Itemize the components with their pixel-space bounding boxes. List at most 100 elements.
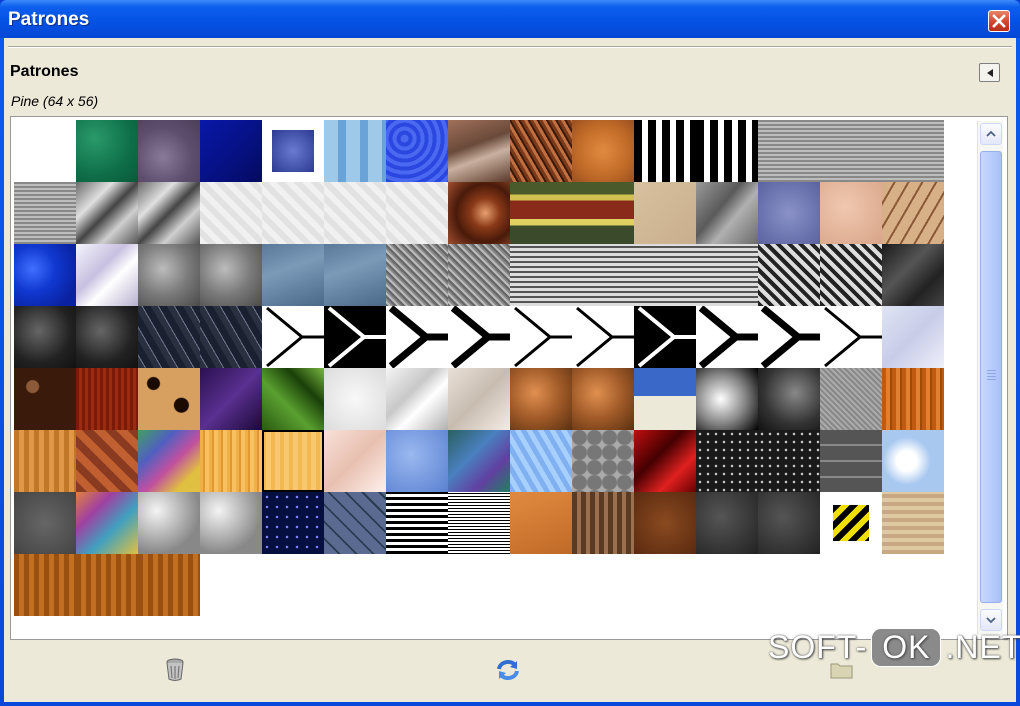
pattern-swatch-white-crinkle[interactable] [76, 244, 138, 306]
pattern-swatch-green-leaves[interactable] [262, 368, 324, 430]
pattern-swatch-black-starry[interactable] [758, 430, 820, 492]
pattern-swatch-green-felt[interactable] [76, 120, 138, 182]
pattern-swatch-blue-water-light[interactable] [386, 430, 448, 492]
pattern-swatch-wood-walnut[interactable] [14, 554, 76, 616]
pattern-swatch-wood-walnut[interactable] [76, 554, 138, 616]
pattern-swatch-gray-blur[interactable] [696, 368, 758, 430]
pattern-swatch-arrow-thin[interactable] [572, 306, 634, 368]
pattern-swatch-sky-clouds[interactable] [882, 430, 944, 492]
pattern-swatch-arrow-black[interactable] [324, 306, 386, 368]
pattern-swatch-dark-fog[interactable] [758, 368, 820, 430]
title-bar[interactable]: Patrones [0, 0, 1020, 38]
pattern-swatch-gray-gravel[interactable] [138, 244, 200, 306]
pattern-swatch-knit-gray[interactable] [696, 244, 758, 306]
pattern-swatch-dark-granite[interactable] [696, 492, 758, 554]
pattern-swatch-wood-orange[interactable] [882, 368, 944, 430]
pattern-swatch-gray-crinkle[interactable] [138, 182, 200, 244]
pattern-swatch-orange-rust[interactable] [572, 120, 634, 182]
vertical-scrollbar[interactable] [977, 121, 1003, 635]
pattern-swatch-dark-stone[interactable] [14, 306, 76, 368]
pattern-swatch-orange-pebbles[interactable] [572, 368, 634, 430]
pattern-swatch-houndstooth[interactable] [758, 244, 820, 306]
pattern-swatch-houndstooth[interactable] [820, 244, 882, 306]
pattern-swatch-beige-wood[interactable] [882, 492, 944, 554]
pattern-swatch-peach[interactable] [820, 182, 882, 244]
pattern-swatch-black-white-blot[interactable] [696, 120, 758, 182]
pattern-swatch-colorful-blocks[interactable] [76, 492, 138, 554]
pattern-swatch-arrow-black[interactable] [634, 306, 696, 368]
pattern-swatch-orange-crack[interactable] [510, 492, 572, 554]
pattern-swatch-blue-square[interactable] [262, 120, 324, 182]
pattern-swatch-brown-rust[interactable] [634, 492, 696, 554]
pattern-swatch-blue-gradient[interactable] [200, 120, 262, 182]
pattern-swatch-dark-marble[interactable] [882, 244, 944, 306]
scroll-thumb[interactable] [980, 151, 1002, 603]
pattern-swatch-beige-marble[interactable] [448, 368, 510, 430]
pattern-swatch-white-pattern[interactable] [200, 182, 262, 244]
pattern-swatch-beige-sand[interactable] [634, 182, 696, 244]
pattern-swatch-night-sky[interactable] [262, 492, 324, 554]
pattern-swatch-stone-wall[interactable] [820, 430, 882, 492]
pattern-swatch-yellow-ribbon[interactable] [510, 182, 572, 244]
pattern-swatch-red-abstract[interactable] [634, 430, 696, 492]
pattern-swatch-arrow-thick[interactable] [758, 306, 820, 368]
pattern-swatch-brown-swirl[interactable] [448, 182, 510, 244]
pattern-swatch-slate-blue[interactable] [324, 244, 386, 306]
pattern-swatch-orange-pebbles[interactable] [510, 368, 572, 430]
pattern-swatch-knit-gray[interactable] [572, 244, 634, 306]
pattern-swatch-gray-circles[interactable] [572, 430, 634, 492]
pattern-swatch-blue-water[interactable] [14, 244, 76, 306]
pattern-swatch-dark-stone[interactable] [76, 306, 138, 368]
pattern-swatch-blue-stones[interactable] [324, 492, 386, 554]
pattern-swatch-white-paper[interactable] [324, 368, 386, 430]
pattern-swatch-red-wood[interactable] [76, 368, 138, 430]
pattern-swatch-leopard[interactable] [138, 368, 200, 430]
pattern-swatch-arrow-thick[interactable] [696, 306, 758, 368]
pattern-swatch-brown-straw[interactable] [510, 120, 572, 182]
pattern-swatch-parquet[interactable] [76, 430, 138, 492]
pattern-swatch-burlap[interactable] [820, 120, 882, 182]
pattern-swatch-purple-lightning[interactable] [200, 368, 262, 430]
pattern-swatch-yellow-ribbon[interactable] [572, 182, 634, 244]
pattern-swatch-arrow-thick[interactable] [448, 306, 510, 368]
pattern-swatch-black-starry[interactable] [696, 430, 758, 492]
pattern-swatch-white[interactable] [14, 120, 76, 182]
pattern-swatch-white-pattern[interactable] [386, 182, 448, 244]
pattern-swatch-gray-noise[interactable] [448, 244, 510, 306]
pattern-swatch-purple-marble[interactable] [138, 120, 200, 182]
pattern-swatch-arrow-thick[interactable] [386, 306, 448, 368]
pattern-swatch-black-lines[interactable] [386, 492, 448, 554]
pattern-swatch-dark-crack[interactable] [200, 306, 262, 368]
pattern-swatch-arrow-thin[interactable] [262, 306, 324, 368]
pattern-swatch-black-white-blot[interactable] [634, 120, 696, 182]
pattern-swatch-wood-oak[interactable] [14, 430, 76, 492]
pattern-swatch-metal-scratch[interactable] [820, 368, 882, 430]
pattern-swatch-dark-crack[interactable] [138, 306, 200, 368]
pattern-swatch-white-pattern[interactable] [324, 182, 386, 244]
pattern-swatch-white-pattern[interactable] [262, 182, 324, 244]
pattern-swatch-3d-cubes[interactable] [448, 430, 510, 492]
pattern-swatch-knit-gray[interactable] [634, 244, 696, 306]
pattern-swatch-blue-gray[interactable] [758, 182, 820, 244]
pattern-swatch-cracked-clay[interactable] [882, 182, 944, 244]
pattern-swatch-burlap[interactable] [14, 182, 76, 244]
pattern-swatch-gray-fade[interactable] [200, 492, 262, 554]
pattern-swatch-burlap[interactable] [882, 120, 944, 182]
pattern-swatch-gray-cement[interactable] [14, 492, 76, 554]
close-button[interactable] [988, 10, 1010, 32]
pattern-swatch-black-lines-thin[interactable] [448, 492, 510, 554]
pattern-swatch-gray-crinkle[interactable] [76, 182, 138, 244]
pattern-swatch-gray-stone-cracked[interactable] [696, 182, 758, 244]
delete-pattern-button[interactable] [161, 656, 189, 684]
pattern-swatch-pink-marble[interactable] [324, 430, 386, 492]
pattern-swatch-rock-rust[interactable] [448, 120, 510, 182]
pattern-swatch-light-blue-tiles[interactable] [324, 120, 386, 182]
pattern-swatch-gray-gravel[interactable] [200, 244, 262, 306]
pattern-swatch-pine[interactable] [200, 430, 262, 492]
pattern-swatch-burlap[interactable] [758, 120, 820, 182]
pattern-swatch-gray-fade[interactable] [138, 492, 200, 554]
pattern-swatch-tree-bark[interactable] [572, 492, 634, 554]
pattern-swatch-screenshot-tile[interactable] [634, 368, 696, 430]
scroll-up-button[interactable] [980, 123, 1002, 145]
pattern-swatch-gray-noise[interactable] [386, 244, 448, 306]
